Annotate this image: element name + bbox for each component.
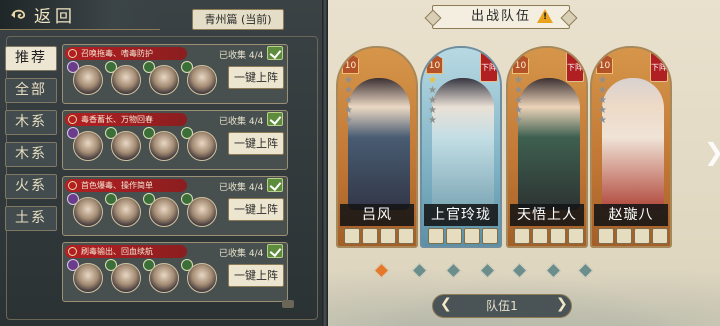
tab-wood[interactable]: 木系 (5, 110, 57, 135)
search-icon (68, 49, 77, 58)
hero-card[interactable]: 10 ★ ★ ★ ★ ★ ✕ 下阵 上官玲珑 (420, 46, 502, 248)
hero-portrait (432, 78, 494, 210)
hero-name: 赵璇八 (594, 204, 668, 226)
team-card: 刷毒输出、回血续航 已收集 4/4 一键上阵 (62, 242, 288, 302)
equipment-slot[interactable] (344, 228, 360, 244)
prev-team-arrow-icon[interactable]: ❮ (440, 296, 452, 312)
search-icon (68, 181, 77, 190)
next-team-arrow-icon[interactable]: ❯ (556, 296, 568, 312)
avatar[interactable] (73, 65, 103, 95)
tab-recommended[interactable]: 推荐 (5, 46, 57, 71)
avatar[interactable] (149, 263, 179, 293)
deploy-all-button[interactable]: 一键上阵 (228, 264, 284, 287)
equipment-slot[interactable] (598, 228, 614, 244)
avatar[interactable] (187, 197, 217, 227)
team-label: 首色爆毒、操作简单 (65, 179, 187, 192)
team-label: 毒香蓄长、万物回春 (65, 113, 187, 126)
collect-status: 已收集 4/4 (219, 183, 264, 193)
tab-earth[interactable]: 土系 (5, 206, 57, 231)
scroll-handle[interactable] (282, 300, 294, 308)
search-icon (68, 247, 77, 256)
collect-status: 已收集 4/4 (219, 51, 264, 61)
deploy-all-button[interactable]: 一键上阵 (228, 66, 284, 89)
avatar[interactable] (73, 263, 103, 293)
check-icon (267, 112, 283, 126)
search-icon (68, 115, 77, 124)
equipment-row (598, 228, 668, 244)
equipment-slot[interactable] (652, 228, 668, 244)
equipment-slot[interactable] (482, 228, 498, 244)
deploy-all-button[interactable]: 一键上阵 (228, 198, 284, 221)
hero-name: 吕风 (340, 204, 414, 226)
hero-card[interactable]: 10 ★ ★ ★ ★ ★ 吕风 (336, 46, 418, 248)
equipment-slot[interactable] (446, 228, 462, 244)
star-rating: ★ ★ ★ ★ ★ (514, 76, 526, 126)
equipment-slot[interactable] (550, 228, 566, 244)
avatar[interactable] (187, 65, 217, 95)
equipment-slot[interactable] (532, 228, 548, 244)
hero-name: 上官玲珑 (424, 204, 498, 226)
hero-portrait (348, 78, 410, 210)
avatar[interactable] (111, 197, 141, 227)
tab-fire[interactable]: 火系 (5, 174, 57, 199)
avatar[interactable] (187, 131, 217, 161)
hero-card[interactable]: 10 ★ ★ ★ ★ ★ ✕ 下阵 赵璇八 (590, 46, 672, 248)
equipment-slot[interactable] (568, 228, 584, 244)
equipment-row (428, 228, 498, 244)
avatar[interactable] (73, 197, 103, 227)
remove-hero-button[interactable]: 下阵 (480, 50, 498, 82)
remove-hero-button[interactable]: 下阵 (566, 50, 584, 82)
equipment-row (514, 228, 584, 244)
equipment-slot[interactable] (398, 228, 414, 244)
hero-name: 天悟上人 (510, 204, 584, 226)
avatar[interactable] (149, 197, 179, 227)
tab-all[interactable]: 全部 (5, 78, 57, 103)
collect-status: 已收集 4/4 (219, 117, 264, 127)
team-card: 召唤拖毒、嗜毒防护 已收集 4/4 一键上阵 (62, 44, 288, 104)
avatar[interactable] (149, 65, 179, 95)
equipment-slot[interactable] (362, 228, 378, 244)
region-tab[interactable]: 青州篇 (当前) (192, 9, 284, 30)
equipment-row (344, 228, 414, 244)
hero-card[interactable]: 10 ★ ★ ★ ★ ★ ✕ 下阵 天悟上人 (506, 46, 588, 248)
avatar[interactable] (111, 65, 141, 95)
collect-status: 已收集 4/4 (219, 249, 264, 259)
star-icon: ★ (598, 115, 607, 126)
next-page-arrow-icon[interactable]: ❯ (704, 138, 720, 166)
equipment-slot[interactable] (464, 228, 480, 244)
star-rating: ★ ★ ★ ★ ★ (598, 76, 610, 126)
back-button[interactable]: 返回 (0, 0, 160, 30)
tab-wood-2[interactable]: 木系 (5, 142, 57, 167)
team-label: 召唤拖毒、嗜毒防护 (65, 47, 187, 60)
star-icon: ★ (428, 115, 437, 126)
check-icon (267, 46, 283, 60)
star-rating: ★ ★ ★ ★ ★ (344, 76, 356, 126)
check-icon (267, 178, 283, 192)
equipment-slot[interactable] (380, 228, 396, 244)
back-label: 返回 (34, 7, 76, 27)
check-icon (267, 244, 283, 258)
deploy-all-button[interactable]: 一键上阵 (228, 132, 284, 155)
avatar[interactable] (73, 131, 103, 161)
hero-portrait (602, 78, 664, 210)
equipment-slot[interactable] (428, 228, 444, 244)
star-rating: ★ ★ ★ ★ ★ (428, 76, 440, 126)
swirl-back-icon (11, 9, 26, 19)
equipment-slot[interactable] (514, 228, 530, 244)
hero-portrait (518, 78, 580, 210)
avatar[interactable] (111, 263, 141, 293)
equipment-slot[interactable] (616, 228, 632, 244)
warning-mark: ! (543, 12, 548, 22)
equipment-slot[interactable] (634, 228, 650, 244)
avatar[interactable] (111, 131, 141, 161)
avatar[interactable] (149, 131, 179, 161)
team-label: 刷毒输出、回血续航 (65, 245, 187, 258)
team-card: 首色爆毒、操作简单 已收集 4/4 一键上阵 (62, 176, 288, 236)
remove-hero-button[interactable]: 下阵 (650, 50, 668, 82)
team-card: 毒香蓄长、万物回春 已收集 4/4 一键上阵 (62, 110, 288, 170)
star-icon: ★ (514, 115, 523, 126)
avatar[interactable] (187, 263, 217, 293)
star-icon: ★ (344, 115, 353, 126)
team-selector: 队伍1 (432, 294, 572, 318)
